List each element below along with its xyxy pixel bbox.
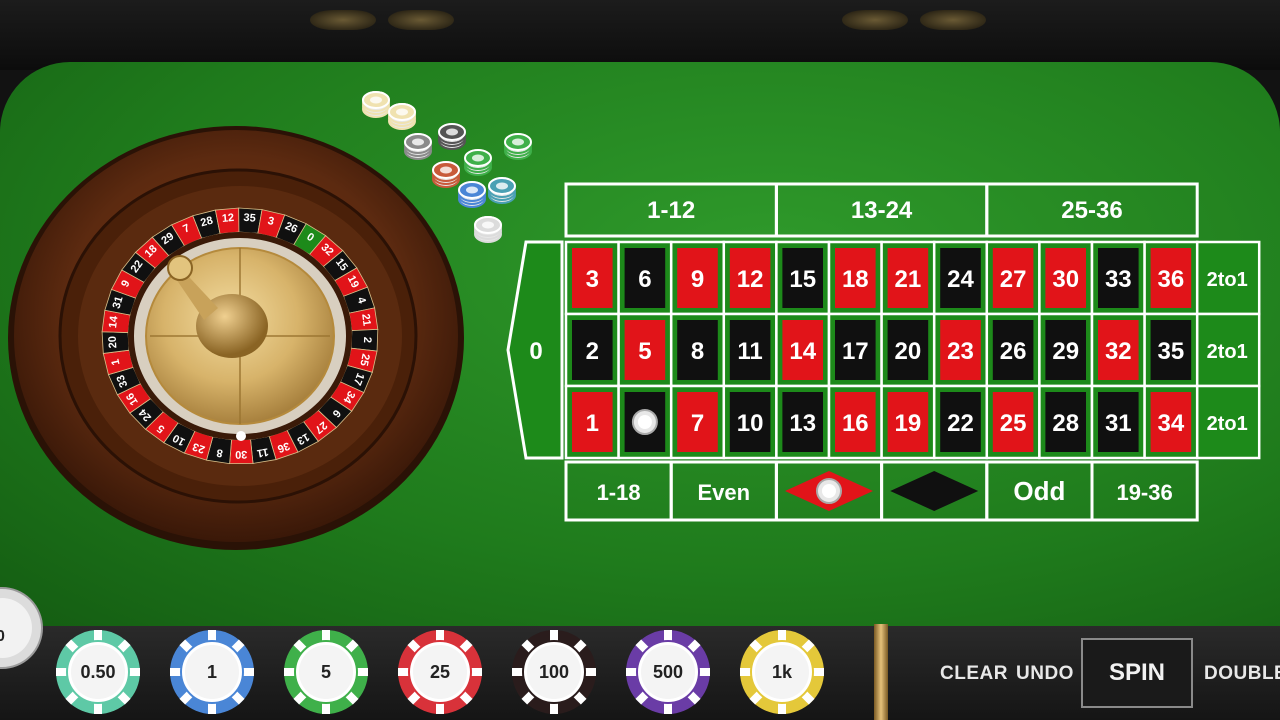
selected-chip-label: 0: [0, 628, 5, 645]
outside-bet-label: Even: [698, 480, 751, 505]
number-label: 7: [691, 410, 704, 437]
rail-light: [388, 10, 454, 30]
bet-chip: [438, 123, 466, 150]
number-label: 5: [638, 338, 651, 365]
bet-chip: [388, 103, 416, 130]
chip-5[interactable]: 5: [282, 628, 370, 716]
number-label: 35: [1158, 338, 1185, 365]
number-label: 31: [1105, 410, 1132, 437]
zero-label: 0: [529, 338, 542, 365]
number-label: 6: [638, 266, 651, 293]
bar-divider: [874, 624, 888, 720]
bet-chip: [432, 161, 460, 188]
number-label: 36: [1158, 266, 1185, 293]
number-label: 22: [947, 410, 974, 437]
number-label: 16: [842, 410, 869, 437]
chip-500[interactable]: 500: [624, 628, 712, 716]
chip-0.50[interactable]: 0.50: [54, 628, 142, 716]
wheel-number: 12: [221, 212, 234, 225]
chip-1k[interactable]: 1k: [738, 628, 826, 716]
wheel-number: 14: [107, 314, 120, 328]
column-bet-label: 2to1: [1207, 413, 1248, 435]
number-label: 23: [947, 338, 974, 365]
bet-chip: [404, 133, 432, 160]
number-label: 29: [1052, 338, 1079, 365]
outside-bet-label: Odd: [1013, 476, 1065, 506]
chip-1[interactable]: 1: [168, 628, 256, 716]
number-label: 32: [1105, 338, 1132, 365]
chip-25[interactable]: 25: [396, 628, 484, 716]
number-label: 15: [789, 266, 816, 293]
number-label: 27: [1000, 266, 1027, 293]
rail-light: [920, 10, 986, 30]
wheel-number: 11: [256, 445, 270, 459]
clear-button[interactable]: CLEAR: [940, 658, 1007, 690]
number-label: 28: [1052, 410, 1079, 437]
number-label: 24: [947, 266, 974, 293]
number-label: 19: [895, 410, 922, 437]
wheel-number: 21: [359, 313, 373, 327]
bet-chip: [504, 133, 532, 160]
bet-chip: [458, 181, 486, 208]
number-label: 30: [1052, 266, 1079, 293]
bet-chip: [474, 216, 502, 243]
number-label: 11: [737, 338, 762, 365]
wheel-number: 30: [235, 448, 247, 460]
number-label: 3: [586, 266, 599, 293]
betting-table: 1-12 13-24 25-3603 6 9 12 15 18 21 24 27 30 33 362 5 8 1…: [506, 182, 1261, 522]
column-bet-label: 2to1: [1207, 341, 1248, 363]
dozen-label: 1-12: [647, 197, 695, 224]
number-label: 2: [586, 338, 599, 365]
number-label: 10: [737, 410, 764, 437]
dozen-label: 13-24: [851, 197, 913, 224]
outside-bet-label: 1-18: [597, 480, 641, 505]
wheel-number: 35: [243, 212, 256, 225]
wheel-number: 2: [361, 337, 373, 344]
number-label: 1: [586, 410, 599, 437]
number-label: 12: [737, 266, 764, 293]
bet-chip: [362, 91, 390, 118]
wheel-number: 25: [357, 353, 371, 367]
undo-button[interactable]: UNDO: [1016, 658, 1073, 690]
number-label: 18: [842, 266, 869, 293]
rail-light: [310, 10, 376, 30]
number-label: 25: [1000, 410, 1027, 437]
number-label: 8: [691, 338, 704, 365]
number-label: 17: [842, 338, 869, 365]
number-label: 33: [1105, 266, 1132, 293]
roulette-ball: [236, 431, 246, 441]
dozen-label: 25-36: [1061, 197, 1122, 224]
number-label: 14: [789, 338, 816, 365]
wheel-number: 20: [107, 336, 120, 349]
number-label: 13: [789, 410, 816, 437]
number-label: 9: [691, 266, 704, 293]
number-label: 20: [895, 338, 922, 365]
double-button[interactable]: DOUBLE: [1204, 658, 1280, 690]
number-label: 34: [1158, 410, 1185, 437]
rail-light: [842, 10, 908, 30]
number-label: 21: [895, 266, 922, 293]
black-diamond: [890, 471, 979, 511]
spin-button[interactable]: SPIN: [1081, 638, 1193, 708]
column-bet-label: 2to1: [1207, 269, 1248, 291]
top-rail: [0, 0, 1280, 70]
number-label: 26: [1000, 338, 1027, 365]
outside-bet-label: 19-36: [1116, 480, 1172, 505]
chip-100[interactable]: 100: [510, 628, 598, 716]
bet-chip: [464, 149, 492, 176]
